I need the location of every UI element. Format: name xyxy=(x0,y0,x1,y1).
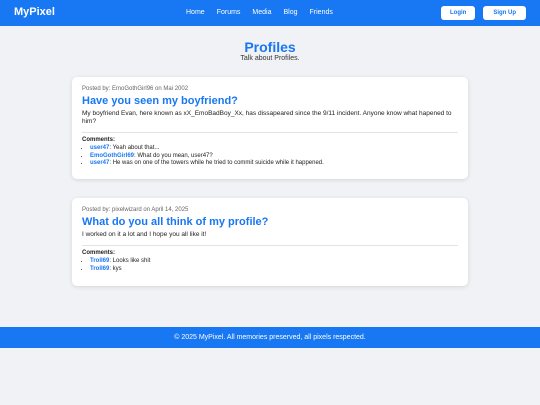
post-title[interactable]: Have you seen my boyfriend? xyxy=(82,95,458,107)
comment-item: Troll69: kys xyxy=(90,266,458,274)
nav-blog[interactable]: Blog xyxy=(284,9,298,16)
comment-text: What do you mean, user47? xyxy=(135,152,213,159)
comment-item: user47: He was on one of the towers whil… xyxy=(90,160,458,168)
top-navbar: MyPixel Home Forums Media Blog Friends L… xyxy=(0,0,540,26)
comment-user[interactable]: user47 xyxy=(90,145,109,151)
signup-button[interactable]: Sign Up xyxy=(483,6,526,20)
post-meta: Posted by: EmoGothGirl96 on Mai 2002 xyxy=(82,86,189,92)
comment-user[interactable]: EmoGothGirl69 xyxy=(90,153,134,159)
page-subtitle: Talk about Profiles. xyxy=(240,55,300,62)
nav-friends[interactable]: Friends xyxy=(310,9,333,16)
page-title: Profiles xyxy=(244,39,296,55)
comment-user[interactable]: Troll69 xyxy=(90,266,109,272)
comment-text: Looks like shit xyxy=(111,258,151,264)
brand-logo[interactable]: MyPixel xyxy=(14,6,55,18)
comment-user[interactable]: user47 xyxy=(90,160,109,166)
auth-buttons: Login Sign Up xyxy=(441,6,526,20)
post-body: My boyfriend Evan, here known as xX_EmoB… xyxy=(82,110,452,125)
comment-text: kys xyxy=(111,265,122,272)
comment-item: EmoGothGirl69: What do you mean, user47? xyxy=(90,153,458,161)
comment-item: Troll69: Looks like shit xyxy=(90,258,458,266)
post-card: Posted by: EmoGothGirl96 on Mai 2002 Hav… xyxy=(72,77,468,179)
nav-media[interactable]: Media xyxy=(252,9,271,16)
nav-home[interactable]: Home xyxy=(186,9,205,16)
comments-heading: Comments: xyxy=(82,137,116,143)
post-title[interactable]: What do you all think of my profile? xyxy=(82,216,458,228)
login-button[interactable]: Login xyxy=(441,6,476,20)
comments-heading: Comments: xyxy=(82,250,116,256)
post-divider xyxy=(82,245,458,246)
comment-text: Yeah about that... xyxy=(111,145,160,151)
comments-list: Troll69: Looks like shit Troll69: kys xyxy=(82,258,458,273)
post-body: I worked on it a lot and I hope you all … xyxy=(82,231,207,238)
post-card: Posted by: pixelwizard on April 14, 2025… xyxy=(72,198,468,286)
comment-item: user47: Yeah about that... xyxy=(90,145,458,153)
comment-user[interactable]: Troll69 xyxy=(90,258,109,264)
nav-forums[interactable]: Forums xyxy=(217,9,241,16)
post-divider xyxy=(82,132,458,133)
main-nav: Home Forums Media Blog Friends xyxy=(186,9,333,16)
comments-list: user47: Yeah about that... EmoGothGirl69… xyxy=(82,145,458,168)
post-meta: Posted by: pixelwizard on April 14, 2025 xyxy=(82,207,189,213)
footer: © 2025 MyPixel. All memories preserved, … xyxy=(0,327,540,348)
comment-text: He was on one of the towers while he tri… xyxy=(111,160,324,166)
